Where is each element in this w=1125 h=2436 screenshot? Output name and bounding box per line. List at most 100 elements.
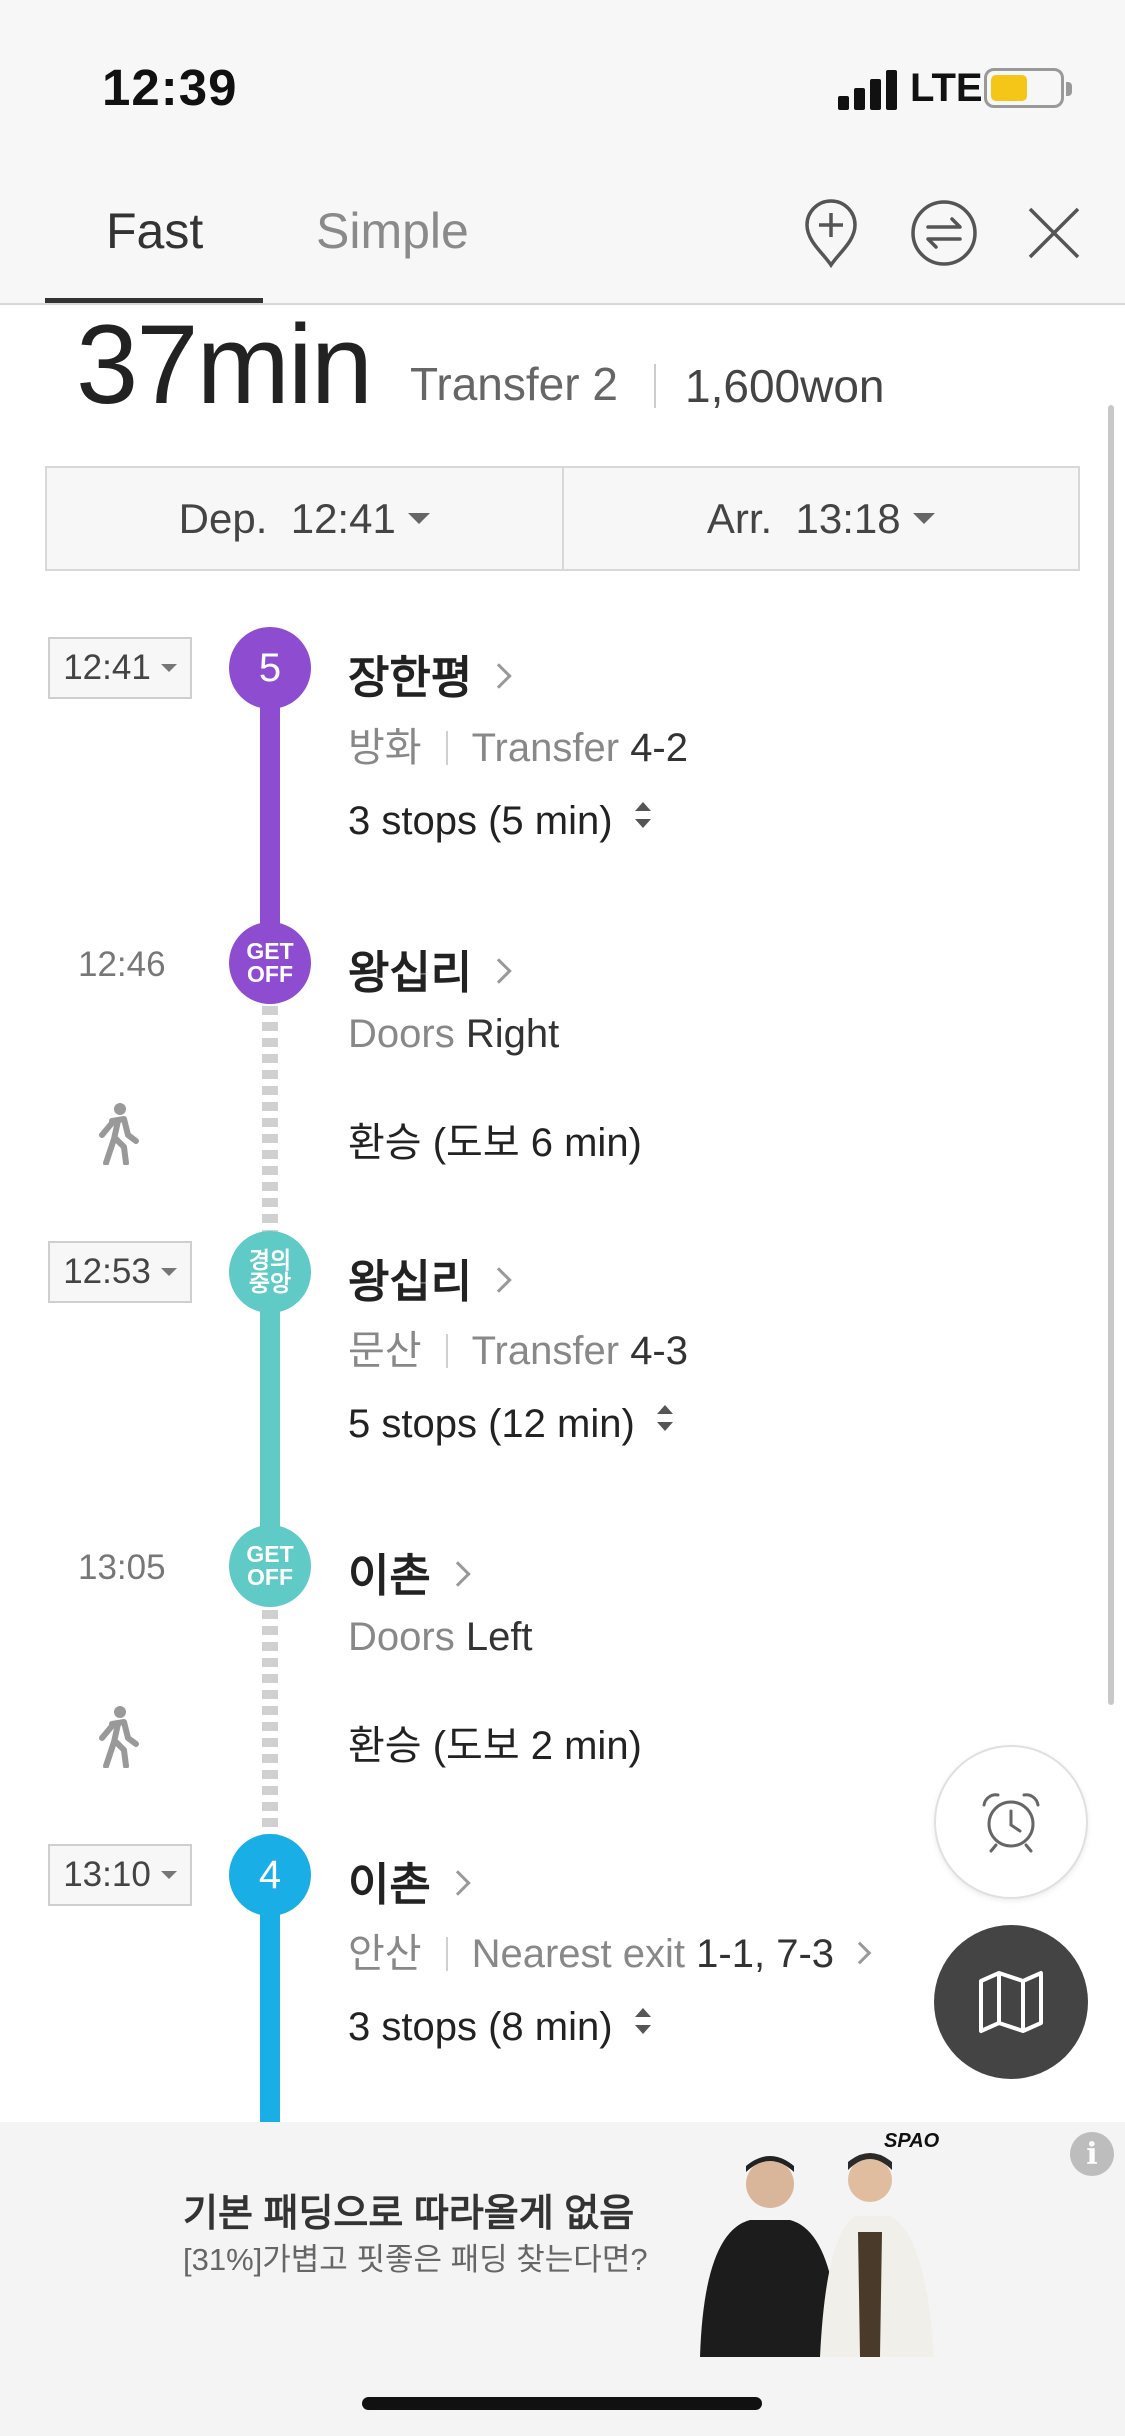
gyeongui-jungang-badge: 경의 중앙 — [229, 1231, 311, 1313]
arrival-label: Arr. — [706, 494, 773, 542]
arrival-time: 13:18 — [795, 494, 901, 542]
transfer-walk: 환승 (도보 2 min) — [348, 1724, 642, 1768]
info-label: Transfer — [471, 1329, 620, 1373]
walking-icon — [99, 1103, 139, 1165]
badge-line2: 중앙 — [248, 1270, 292, 1296]
map-button[interactable] — [934, 1925, 1088, 2079]
ad-subtitle: [31%]가볍고 핏좋은 패딩 찾는다면? — [183, 2242, 648, 2277]
walk-segment — [262, 1610, 278, 1860]
badge-line1: GET — [246, 1541, 294, 1567]
chevron-down-icon — [160, 1871, 177, 1879]
direction-info: 문산 Transfer 4-3 — [348, 1318, 688, 1376]
departure-arrival-bar: Dep. 12:41 Arr. 13:18 — [45, 466, 1080, 571]
tab-fast[interactable]: Fast — [106, 202, 203, 260]
stops-toggle[interactable]: 3 stops (5 min) — [348, 799, 651, 844]
divider — [445, 1334, 448, 1368]
map-icon — [979, 1971, 1043, 2033]
ad-info-icon[interactable]: i — [1070, 2132, 1114, 2176]
status-time: 12:39 — [102, 59, 238, 116]
network-type: LTE — [910, 66, 983, 110]
ad-brand-logo: SPAO — [884, 2130, 940, 2152]
badge-line1: GET — [246, 938, 294, 964]
stops-text: 3 stops (5 min) — [348, 799, 613, 843]
time-value: 12:41 — [63, 648, 151, 687]
chevron-right-icon — [445, 1561, 471, 1587]
scrollbar[interactable] — [1108, 405, 1114, 1705]
doors-value: Left — [465, 1615, 533, 1659]
expand-icon — [634, 802, 651, 828]
ad-title: 기본 패딩으로 따라올게 없음 — [183, 2193, 635, 2235]
direction: 방화 — [348, 726, 422, 770]
direction: 안산 — [348, 1932, 422, 1976]
tab-simple[interactable]: Simple — [316, 202, 469, 260]
arrival-time: 13:05 — [78, 1548, 166, 1587]
direction-info: 방화 Transfer 4-2 — [348, 715, 688, 773]
departure-time: 12:41 — [290, 494, 396, 542]
chevron-down-icon — [160, 1268, 177, 1276]
total-duration: 37min — [76, 302, 373, 427]
divider — [445, 1937, 448, 1971]
time-value: 13:10 — [63, 1855, 151, 1894]
doors-label: Doors — [348, 1012, 455, 1056]
get-off-badge: GET OFF — [229, 1525, 311, 1607]
station-name: 왕십리 — [348, 947, 473, 998]
station-link[interactable]: 이촌 — [348, 1848, 471, 1913]
chevron-right-icon — [445, 1870, 471, 1896]
arrival-time: 12:46 — [78, 945, 166, 984]
chevron-right-icon — [848, 1941, 872, 1965]
alarm-button[interactable] — [934, 1745, 1088, 1899]
station-link[interactable]: 왕십리 — [348, 1245, 512, 1310]
expand-icon — [656, 1405, 673, 1431]
alarm-clock-icon — [982, 1793, 1040, 1853]
chevron-right-icon — [486, 1267, 512, 1293]
doors-info: Doors Left — [348, 1615, 533, 1660]
route-header: Fast Simple — [0, 160, 1125, 305]
station-link[interactable]: 장한평 — [348, 641, 512, 706]
divider — [445, 731, 448, 765]
ad-banner[interactable]: 기본 패딩으로 따라올게 없음 [31%]가볍고 핏좋은 패딩 찾는다면? SP… — [0, 2122, 1125, 2436]
info-value: 4-3 — [630, 1329, 688, 1373]
walking-icon — [99, 1706, 139, 1768]
transfer-walk: 환승 (도보 6 min) — [348, 1121, 642, 1165]
station-name: 장한평 — [348, 652, 473, 703]
walk-segment — [262, 1006, 278, 1256]
station-name: 이촌 — [348, 1550, 431, 1601]
departure-time-dropdown[interactable]: 13:10 — [48, 1844, 192, 1906]
direction: 문산 — [348, 1329, 422, 1373]
cellular-signal-icon — [838, 70, 900, 110]
stops-toggle[interactable]: 3 stops (8 min) — [348, 2005, 651, 2050]
chevron-down-icon — [912, 513, 935, 524]
expand-icon — [634, 2008, 651, 2034]
station-link[interactable]: 이촌 — [348, 1539, 471, 1604]
add-location-icon[interactable] — [793, 195, 869, 271]
departure-time-dropdown[interactable]: 12:53 — [48, 1241, 192, 1303]
departure-label: Dep. — [178, 494, 268, 542]
doors-info: Doors Right — [348, 1012, 559, 1057]
stops-text: 3 stops (8 min) — [348, 2005, 613, 2049]
divider — [654, 364, 656, 408]
battery-icon — [984, 68, 1072, 108]
status-bar: 12:39 LTE — [0, 0, 1125, 160]
home-indicator — [362, 2397, 762, 2410]
departure-time-selector[interactable]: Dep. 12:41 — [47, 468, 562, 569]
chevron-right-icon — [486, 958, 512, 984]
chevron-right-icon — [486, 663, 512, 689]
badge-line1: 경의 — [248, 1247, 292, 1273]
info-value: 4-2 — [630, 726, 688, 770]
time-value: 12:53 — [63, 1252, 151, 1291]
close-icon[interactable] — [1016, 195, 1092, 271]
line-5-badge: 5 — [229, 627, 311, 709]
direction-info[interactable]: 안산 Nearest exit 1-1, 7-3 — [348, 1921, 872, 1979]
badge-line2: OFF — [247, 1564, 293, 1590]
departure-time-dropdown[interactable]: 12:41 — [48, 637, 192, 699]
line-4-badge: 4 — [229, 1834, 311, 1916]
stops-toggle[interactable]: 5 stops (12 min) — [348, 1402, 673, 1447]
arrival-time-selector[interactable]: Arr. 13:18 — [561, 468, 1079, 569]
fare: 1,600won — [685, 360, 885, 412]
station-link[interactable]: 왕십리 — [348, 936, 512, 1001]
chevron-down-icon — [407, 513, 430, 524]
badge-line2: OFF — [247, 961, 293, 987]
swap-icon[interactable] — [906, 195, 982, 271]
stops-text: 5 stops (12 min) — [348, 1402, 635, 1446]
station-name: 왕십리 — [348, 1256, 473, 1307]
